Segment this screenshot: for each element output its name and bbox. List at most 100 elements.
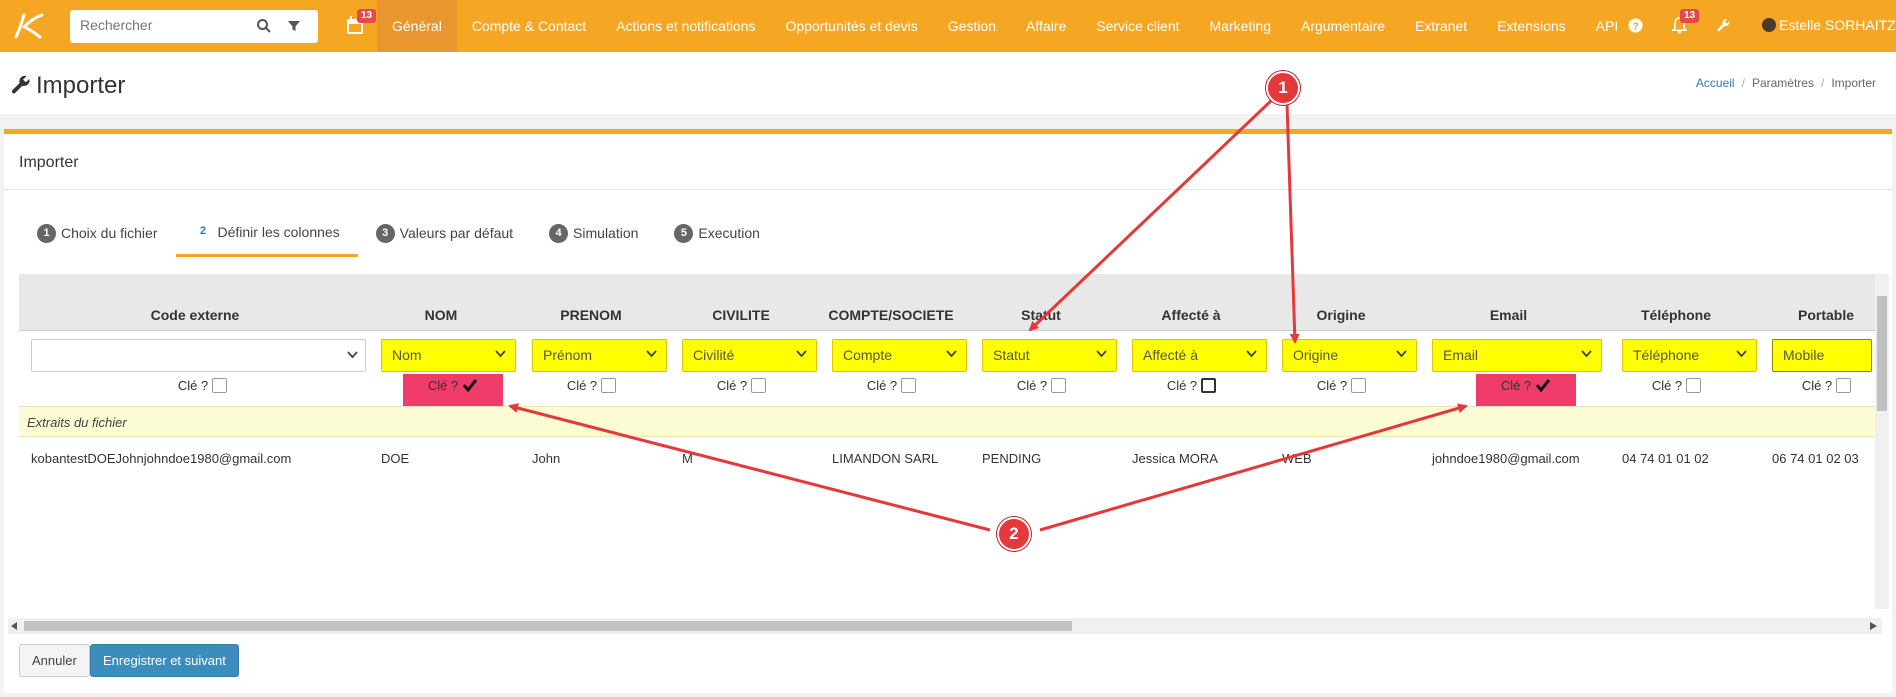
key-toggle-prenom[interactable]: Clé ? <box>554 375 629 396</box>
select-code-externe[interactable] <box>31 339 366 372</box>
key-toggle-email[interactable]: Clé ? <box>1476 374 1576 406</box>
key-toggle-civilite[interactable]: Clé ? <box>704 375 779 396</box>
key-label: Clé ? <box>1166 378 1198 393</box>
breadcrumb-importer: Importer <box>1831 76 1876 90</box>
settings-wrench-icon[interactable] <box>1716 18 1731 33</box>
step-valeurs-defaut[interactable]: 3 Valeurs par défaut <box>358 209 531 257</box>
select-affecte[interactable]: Affecté à <box>1132 339 1267 372</box>
select-value: Mobile <box>1783 347 1825 363</box>
select-civilite[interactable]: Civilité <box>682 339 817 372</box>
key-label: Clé ? <box>177 378 209 393</box>
menu-item-extranet[interactable]: Extranet <box>1400 0 1482 52</box>
select-prenom[interactable]: Prénom <box>532 339 667 372</box>
select-origine[interactable]: Origine <box>1282 339 1417 372</box>
user-name: Estelle SORHAITZ <box>1779 17 1896 33</box>
menu-item-actions[interactable]: Actions et notifications <box>601 0 770 52</box>
menu-item-gestion[interactable]: Gestion <box>933 0 1011 52</box>
key-label: Clé ? <box>1801 378 1833 393</box>
logo-icon <box>14 13 44 39</box>
step-label: Valeurs par défaut <box>399 225 514 241</box>
key-label: Clé ? <box>716 378 748 393</box>
breadcrumb-parametres[interactable]: Paramètres <box>1752 76 1814 90</box>
user-menu[interactable]: Estelle SORHAITZ <box>1762 17 1896 33</box>
save-next-button[interactable]: Enregistrer et suivant <box>90 644 239 677</box>
notification-badge: 13 <box>1680 9 1700 23</box>
col-header-telephone: Téléphone <box>1640 307 1711 323</box>
scrollbar-thumb[interactable] <box>24 621 1072 631</box>
select-email[interactable]: Email <box>1432 339 1602 372</box>
step-label: Définir les colonnes <box>217 223 340 240</box>
select-statut[interactable]: Statut <box>982 339 1117 372</box>
key-checkbox[interactable] <box>1836 378 1852 393</box>
horizontal-scrollbar[interactable] <box>8 618 1882 634</box>
row-cell-code-externe: kobantestDOEJohnjohndoe1980@gmail.com <box>31 451 292 466</box>
annotation-marker-1: 1 <box>1266 71 1300 105</box>
select-compte[interactable]: Compte <box>832 339 967 372</box>
row-cell-telephone: 04 74 01 01 02 <box>1622 451 1709 466</box>
scroll-right-icon[interactable] <box>1870 622 1877 630</box>
key-toggle-telephone[interactable]: Clé ? <box>1639 375 1714 396</box>
step-choix-fichier[interactable]: 1 Choix du fichier <box>19 209 176 257</box>
scrollbar-thumb[interactable] <box>1877 296 1887 411</box>
step-number: 4 <box>549 223 569 243</box>
key-toggle-portable[interactable]: Clé ? <box>1789 375 1864 396</box>
key-checkbox[interactable] <box>212 378 228 393</box>
key-toggle-code-externe[interactable]: Clé ? <box>165 375 240 396</box>
key-label: Clé ? <box>1500 378 1532 393</box>
search-icon[interactable] <box>256 18 272 34</box>
menu-item-service-client[interactable]: Service client <box>1081 0 1194 52</box>
menu-item-argumentaire[interactable]: Argumentaire <box>1286 0 1400 52</box>
key-checkbox[interactable] <box>751 378 767 393</box>
key-checkbox[interactable] <box>1201 378 1217 393</box>
menu-item-opportunites[interactable]: Opportunités et devis <box>771 0 933 52</box>
menu-item-affaire[interactable]: Affaire <box>1011 0 1081 52</box>
select-value: Téléphone <box>1633 347 1700 363</box>
cancel-button[interactable]: Annuler <box>19 644 90 677</box>
key-label: Clé ? <box>1316 378 1348 393</box>
breadcrumb-accueil[interactable]: Accueil <box>1696 76 1735 90</box>
filter-icon[interactable] <box>286 18 302 34</box>
key-toggle-origine[interactable]: Clé ? <box>1304 375 1379 396</box>
panel-title: Importer <box>19 154 79 171</box>
select-value: Email <box>1443 347 1479 363</box>
select-portable[interactable]: Mobile <box>1772 339 1872 372</box>
select-nom[interactable]: Nom <box>381 339 516 372</box>
step-label: Choix du fichier <box>61 225 158 241</box>
step-simulation[interactable]: 4 Simulation <box>531 209 656 257</box>
main-menu: Général Compte & Contact Actions et noti… <box>377 0 1633 52</box>
select-value: Nom <box>392 347 422 363</box>
page-header: Importer Accueil / Paramètres / Importer <box>0 52 1896 114</box>
key-checkbox[interactable] <box>601 378 617 393</box>
step-number: 1 <box>37 223 56 243</box>
col-header-civilite: CIVILITE <box>712 307 770 323</box>
step-execution[interactable]: 5 Execution <box>656 209 777 257</box>
scroll-left-icon[interactable] <box>11 622 18 630</box>
vertical-scrollbar[interactable] <box>1875 274 1889 609</box>
help-icon[interactable]: ? <box>1628 18 1643 33</box>
step-definir-colonnes[interactable]: 2 Définir les colonnes <box>175 209 358 257</box>
chevron-down-icon <box>1396 350 1407 358</box>
key-toggle-compte[interactable]: Clé ? <box>854 375 929 396</box>
col-header-statut: Statut <box>1021 307 1061 323</box>
key-toggle-nom[interactable]: Clé ? <box>403 374 503 406</box>
select-telephone[interactable]: Téléphone <box>1622 339 1757 372</box>
search-box[interactable] <box>70 10 318 43</box>
key-toggle-statut[interactable]: Clé ? <box>1004 375 1079 396</box>
checkmark-icon[interactable] <box>1535 378 1551 393</box>
select-value: Compte <box>843 347 893 363</box>
menu-item-extensions[interactable]: Extensions <box>1482 0 1580 52</box>
search-input[interactable] <box>80 17 240 33</box>
key-toggle-affecte[interactable]: Clé ? <box>1154 375 1229 396</box>
menu-item-api[interactable]: API <box>1581 0 1634 52</box>
app-logo[interactable] <box>0 0 58 52</box>
key-checkbox[interactable] <box>1051 378 1067 393</box>
key-checkbox[interactable] <box>1686 378 1702 393</box>
import-panel: Importer 1 Choix du fichier 2 Définir les … <box>4 129 1892 693</box>
menu-item-marketing[interactable]: Marketing <box>1195 0 1286 52</box>
menu-item-general[interactable]: Général <box>377 0 457 52</box>
row-cell-compte: LIMANDON SARL <box>832 451 939 466</box>
key-checkbox[interactable] <box>1351 378 1367 393</box>
checkmark-icon[interactable] <box>462 378 478 393</box>
key-checkbox[interactable] <box>901 378 917 393</box>
menu-item-compte-contact[interactable]: Compte & Contact <box>457 0 601 52</box>
